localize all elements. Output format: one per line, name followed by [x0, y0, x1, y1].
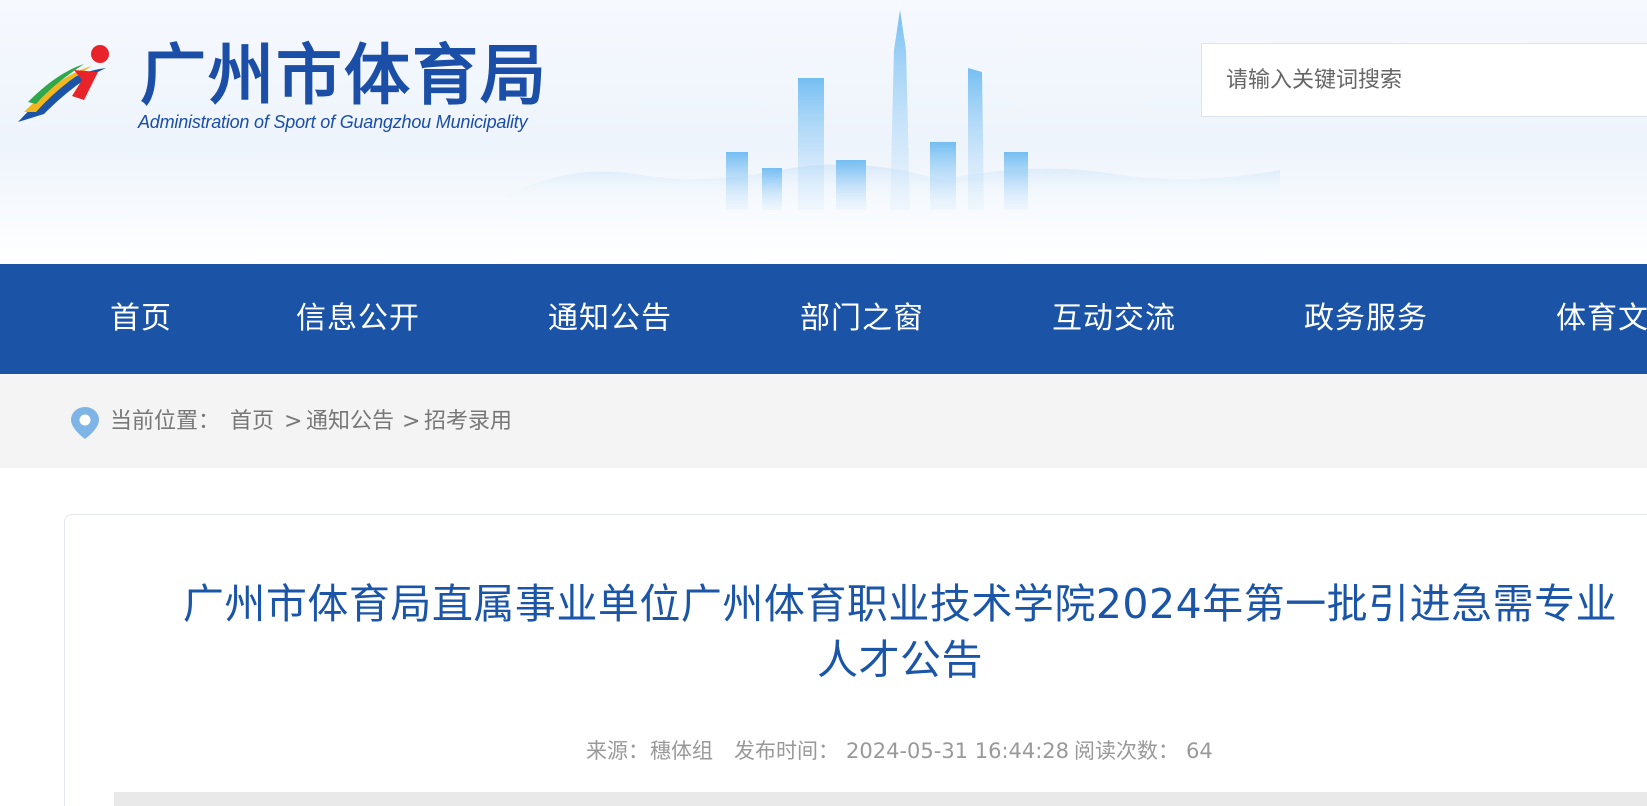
- article-title-line1: 广州市体育局直属事业单位广州体育职业技术学院2024年第一批引进急需专业: [182, 580, 1618, 628]
- views-label: 阅读次数：: [1074, 739, 1179, 763]
- views-value: 64: [1186, 739, 1213, 763]
- search-input[interactable]: [1202, 44, 1647, 116]
- source-value: 穗体组: [650, 739, 713, 763]
- breadcrumb-notices[interactable]: 通知公告: [306, 404, 394, 440]
- content-divider: [114, 792, 1647, 806]
- breadcrumb-prefix: 当前位置：: [110, 409, 221, 434]
- nav-item-home[interactable]: 首页: [110, 264, 172, 374]
- source-label: 来源：: [586, 739, 649, 763]
- published-value: 2024-05-31 16:44:28: [846, 739, 1070, 763]
- runner-logo-icon: [18, 45, 109, 122]
- nav-item-notices[interactable]: 通知公告: [548, 264, 672, 374]
- site-header: 广州市体育局 Administration of Sport of Guangz…: [0, 0, 1647, 264]
- nav-item-departments[interactable]: 部门之窗: [800, 264, 924, 374]
- city-skyline-graphic: [480, 10, 1280, 210]
- location-pin-icon: [71, 407, 99, 439]
- nav-item-interaction[interactable]: 互动交流: [1052, 264, 1176, 374]
- breadcrumb-home[interactable]: 首页: [230, 404, 274, 440]
- breadcrumb-separator: >: [402, 409, 421, 434]
- published-label: 发布时间：: [734, 739, 839, 763]
- search-box: [1201, 43, 1647, 117]
- site-subtitle: Administration of Sport of Guangzhou Mun…: [138, 112, 528, 132]
- breadcrumb-recruitment[interactable]: 招考录用: [424, 404, 512, 440]
- main-nav: 首页 信息公开 通知公告 部门之窗 互动交流 政务服务 体育文: [0, 264, 1647, 374]
- nav-item-info-disclosure[interactable]: 信息公开: [296, 264, 420, 374]
- nav-item-services[interactable]: 政务服务: [1304, 264, 1428, 374]
- article-title-line2: 人才公告: [817, 636, 983, 684]
- site-title: 广州市体育局: [140, 37, 548, 114]
- breadcrumb-separator: >: [284, 409, 303, 434]
- article-title: 广州市体育局直属事业单位广州体育职业技术学院2024年第一批引进急需专业 人才公…: [170, 576, 1630, 688]
- nav-item-sports-culture[interactable]: 体育文: [1556, 264, 1647, 374]
